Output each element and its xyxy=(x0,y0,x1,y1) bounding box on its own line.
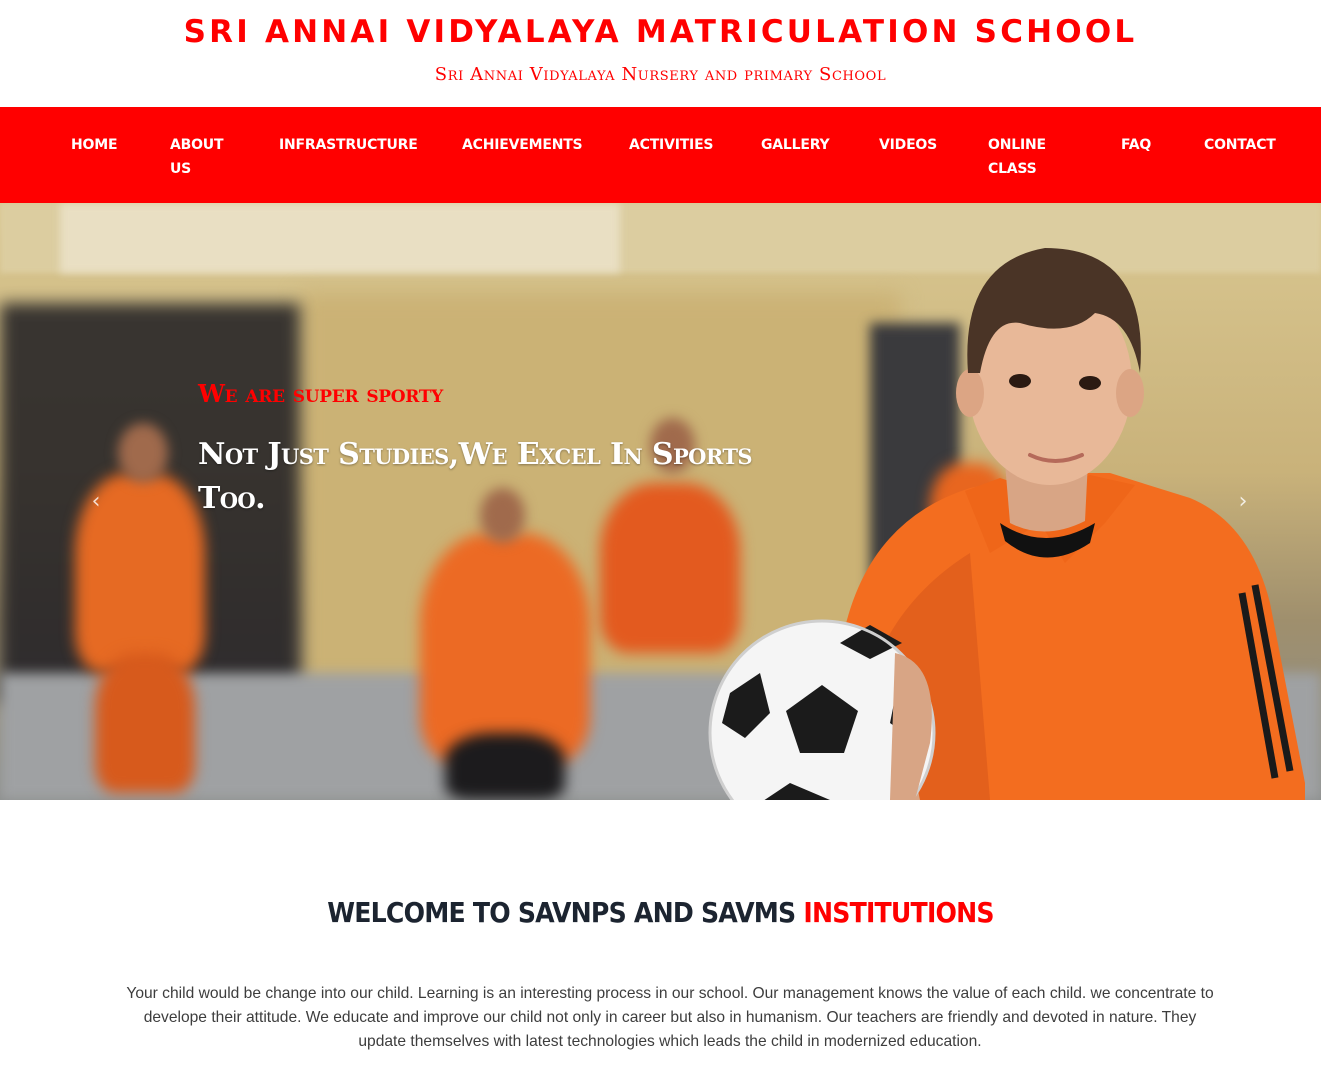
welcome-heading: WELCOME TO SAVNPS AND SAVMS INSTITUTIONS xyxy=(0,896,1321,929)
nav-item-about-us[interactable]: ABOUT US xyxy=(170,133,230,181)
nav-item-contact[interactable]: CONTACT xyxy=(1204,133,1276,157)
welcome-heading-main: WELCOME TO SAVNPS AND SAVMS xyxy=(327,896,796,929)
nav-item-videos[interactable]: VIDEOS xyxy=(879,133,937,157)
site-header: SRI ANNAI VIDYALAYA MATRICULATION SCHOOL… xyxy=(0,0,1321,107)
hero-heading: Not Just Studies,We Excel In Sports Too. xyxy=(198,437,753,516)
background-player-legs xyxy=(445,733,565,800)
hero-background-window xyxy=(60,203,620,273)
hero-kicker: We are super sporty xyxy=(198,379,444,408)
nav-item-gallery[interactable]: GALLERY xyxy=(761,133,830,157)
nav-item-activities[interactable]: ACTIVITIES xyxy=(629,133,714,157)
nav-item-achievements[interactable]: ACHIEVEMENTS xyxy=(462,133,583,157)
main-nav: HOME ABOUT US INFRASTRUCTURE ACHIEVEMENT… xyxy=(0,107,1321,203)
site-subtitle: Sri Annai Vidyalaya Nursery and primary … xyxy=(434,64,887,85)
background-player-head xyxy=(118,423,168,483)
welcome-paragraph: Your child would be change into our chil… xyxy=(126,985,1214,1050)
site-title[interactable]: SRI ANNAI VIDYALAYA MATRICULATION SCHOOL xyxy=(0,14,1321,50)
nav-item-online-class[interactable]: ONLINE CLASS xyxy=(988,133,1058,181)
background-player xyxy=(420,533,590,763)
hero-slider[interactable]: We are super sporty Not Just Studies,We … xyxy=(0,203,1321,800)
nav-item-faq[interactable]: FAQ xyxy=(1121,133,1151,157)
nav-item-home[interactable]: HOME xyxy=(71,133,118,157)
background-player-legs xyxy=(95,653,195,793)
chevron-left-icon[interactable]: ‹ xyxy=(84,487,108,517)
nav-item-infrastructure[interactable]: INFRASTRUCTURE xyxy=(279,133,418,157)
chevron-right-icon[interactable]: › xyxy=(1231,487,1255,517)
welcome-heading-accent: INSTITUTIONS xyxy=(803,896,994,929)
